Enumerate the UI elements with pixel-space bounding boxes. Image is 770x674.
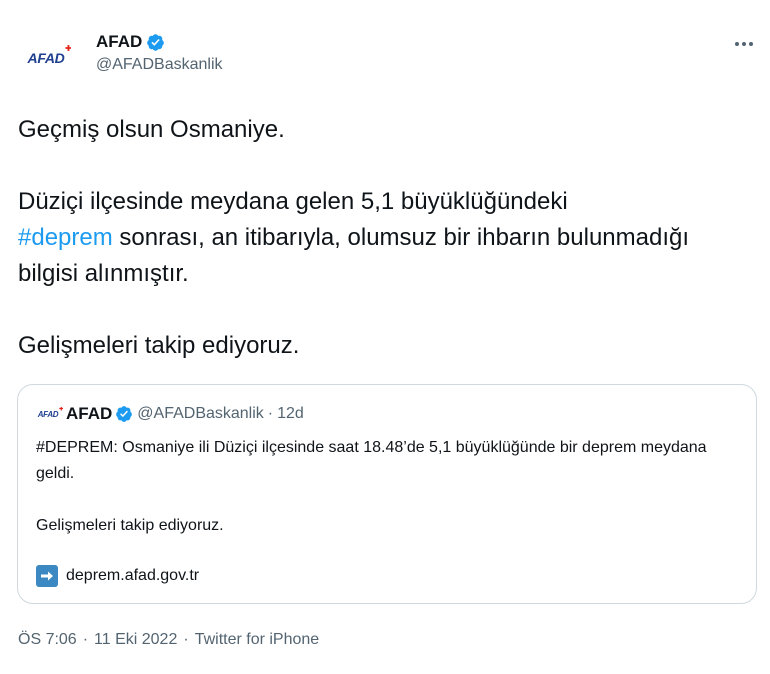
tweet-meta: ÖS 7:06 · 11 Eki 2022 · Twitter for iPho…: [18, 631, 319, 649]
verified-badge-icon: [147, 33, 165, 51]
tweet-date[interactable]: 11 Eki 2022: [94, 631, 177, 649]
more-dot-icon: [735, 42, 739, 46]
quote-link-text[interactable]: deprem.afad.gov.tr: [66, 567, 199, 585]
logo-cross-mark: [59, 406, 64, 411]
tweet-time[interactable]: ÖS 7:06: [18, 631, 77, 649]
meta-separator: ·: [183, 631, 189, 648]
tweet-paragraph-report: Düziçi ilçesinde meydana gelen 5,1 büyük…: [18, 184, 748, 292]
quote-avatar: AFAD: [36, 404, 64, 424]
tweet: AFAD AFAD @AFADBaskanlik Geçmiş olsun Os…: [0, 0, 770, 674]
quote-age: 12d: [277, 405, 304, 422]
logo-cross-mark: [65, 45, 72, 51]
quote-avatar-logo-text: AFAD: [37, 409, 59, 419]
tweet-line-followup: Gelişmeleri takip ediyoruz.: [18, 332, 300, 359]
quote-display-name: AFAD: [66, 404, 113, 423]
more-dot-icon: [749, 42, 753, 46]
display-name-row: AFAD: [96, 30, 223, 54]
right-arrow-icon: [36, 565, 58, 587]
author-block: AFAD @AFADBaskanlik: [96, 30, 223, 74]
verified-badge-icon: [116, 406, 133, 422]
quote-text-line2: Gelişmeleri takip ediyoruz.: [36, 517, 224, 534]
tweet-report-start: Düziçi ilçesinde meydana gelen 5,1 büyük…: [18, 188, 568, 215]
tweet-text: Geçmiş olsun Osmaniye. Düziçi ilçesinde …: [18, 112, 748, 364]
afad-logo-icon: AFAD: [37, 406, 64, 419]
tweet-report-end: sonrası, an itibarıyla, olumsuz bir ihba…: [18, 224, 690, 287]
hashtag-link[interactable]: #deprem: [18, 224, 113, 251]
afad-logo-icon: AFAD: [27, 45, 72, 66]
quote-handle: @AFADBaskanlik: [137, 405, 264, 422]
quote-tweet-card[interactable]: AFAD AFAD @AFADBaskanlik · 12d #DEPREM: …: [17, 384, 757, 604]
tweet-line-greeting: Geçmiş olsun Osmaniye.: [18, 116, 285, 143]
quote-text: #DEPREM: Osmaniye ili Düziçi ilçesinde s…: [36, 435, 736, 539]
display-name[interactable]: AFAD: [96, 32, 142, 52]
more-options-button[interactable]: [728, 30, 760, 58]
author-handle[interactable]: @AFADBaskanlik: [96, 56, 223, 74]
quote-header: AFAD AFAD @AFADBaskanlik · 12d: [36, 403, 304, 425]
tweet-source[interactable]: Twitter for iPhone: [195, 631, 320, 649]
quote-link[interactable]: deprem.afad.gov.tr: [36, 565, 199, 587]
avatar-logo-text: AFAD: [27, 50, 65, 66]
meta-separator: ·: [82, 631, 89, 648]
quote-separator: ·: [267, 405, 274, 422]
avatar[interactable]: AFAD: [18, 30, 74, 86]
quote-text-line1: #DEPREM: Osmaniye ili Düziçi ilçesinde s…: [36, 439, 707, 482]
more-dot-icon: [742, 42, 746, 46]
